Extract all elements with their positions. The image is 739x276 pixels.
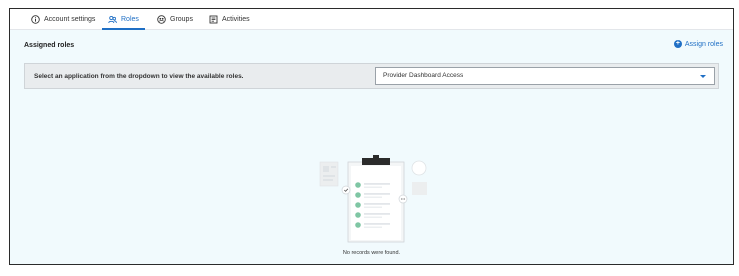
tab-bar: Account settings Roles Groups Activities xyxy=(10,9,733,30)
background-circle-icon xyxy=(411,160,427,176)
clipboard-icon xyxy=(347,155,405,243)
more-badge-icon xyxy=(398,194,408,204)
assign-roles-label: Assign roles xyxy=(684,40,723,48)
tab-activities[interactable]: Activities xyxy=(209,9,250,29)
tab-label: Roles xyxy=(121,15,139,23)
background-document-icon xyxy=(319,161,339,187)
group-icon xyxy=(157,14,166,24)
tab-label: Groups xyxy=(170,15,193,23)
tab-account-settings[interactable]: Account settings xyxy=(31,9,95,29)
application-dropdown[interactable]: Provider Dashboard Access xyxy=(375,67,715,85)
background-card-icon xyxy=(412,182,427,195)
section-title: Assigned roles xyxy=(24,42,75,49)
info-circle-icon xyxy=(31,14,40,24)
activity-log-icon xyxy=(209,15,218,24)
users-icon xyxy=(108,15,117,24)
tab-label: Account settings xyxy=(44,15,96,23)
assign-roles-button[interactable]: + Assign roles xyxy=(673,40,723,48)
tab-roles[interactable]: Roles xyxy=(102,9,145,30)
check-badge-icon xyxy=(341,185,351,195)
roles-panel: Account settings Roles Groups Activities… xyxy=(9,8,734,265)
empty-state-illustration xyxy=(310,148,440,248)
tab-groups[interactable]: Groups xyxy=(157,9,193,29)
application-selector-bar: Select an application from the dropdown … xyxy=(24,63,719,89)
empty-state-message: No records were found. xyxy=(342,250,401,256)
plus-circle-icon: + xyxy=(673,40,682,48)
dropdown-selected-value: Provider Dashboard Access xyxy=(383,72,464,79)
tab-label: Activities xyxy=(222,15,250,23)
chevron-down-icon xyxy=(700,75,706,78)
selector-prompt: Select an application from the dropdown … xyxy=(34,73,244,80)
